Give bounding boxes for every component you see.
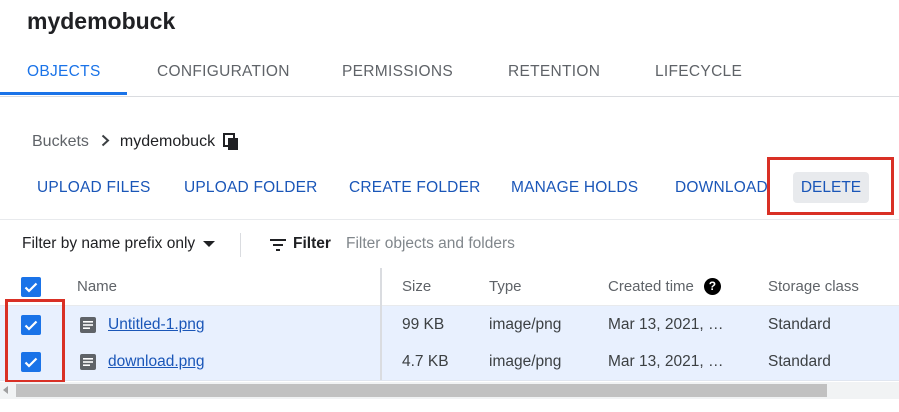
file-type: image/png (489, 353, 562, 370)
chevron-right-icon (101, 134, 110, 151)
column-header-created[interactable]: Created time? (608, 268, 721, 305)
tab-configuration[interactable]: CONFIGURATION (157, 52, 290, 94)
column-header-created-label: Created time (608, 278, 694, 295)
create-folder-button[interactable]: CREATE FOLDER (349, 172, 481, 204)
manage-holds-button[interactable]: MANAGE HOLDS (511, 172, 638, 204)
file-storage-class: Standard (768, 316, 831, 333)
table-header: Name Size Type Created time? Storage cla… (0, 268, 899, 306)
file-name-link[interactable]: Untitled-1.png (108, 316, 205, 333)
column-header-name[interactable]: Name (77, 268, 117, 305)
tab-bar: OBJECTS CONFIGURATION PERMISSIONS RETENT… (0, 52, 899, 97)
filter-icon (270, 238, 286, 256)
select-all-checkbox[interactable] (21, 277, 41, 297)
prefix-filter-label: Filter by name prefix only (22, 235, 196, 252)
dropdown-arrow-icon (203, 241, 216, 247)
tab-lifecycle[interactable]: LIFECYCLE (655, 52, 742, 94)
scrollbar-thumb[interactable] (16, 384, 827, 397)
file-created-time: Mar 13, 2021, … (608, 316, 724, 333)
table-row[interactable]: Untitled-1.png 99 KB image/png Mar 13, 2… (0, 306, 899, 344)
upload-folder-button[interactable]: UPLOAD FOLDER (184, 172, 318, 204)
file-icon (79, 316, 97, 334)
download-button[interactable]: DOWNLOAD (675, 172, 768, 204)
file-name-link[interactable]: download.png (108, 353, 205, 370)
divider (240, 233, 241, 257)
filter-input[interactable] (346, 232, 886, 256)
file-icon (79, 353, 97, 371)
breadcrumb-buckets-link[interactable]: Buckets (32, 133, 89, 151)
column-header-type[interactable]: Type (489, 268, 522, 305)
file-size: 99 KB (402, 316, 445, 333)
file-type: image/png (489, 316, 562, 333)
column-resize-handle[interactable] (380, 268, 382, 380)
filter-label: Filter (293, 235, 331, 252)
delete-highlight-box (767, 157, 894, 215)
copy-icon[interactable] (223, 133, 239, 151)
prefix-filter-select[interactable]: Filter by name prefix only (22, 235, 216, 253)
checkbox-highlight-box (5, 299, 65, 383)
upload-files-button[interactable]: UPLOAD FILES (37, 172, 151, 204)
breadcrumb: Buckets mydemobuck (32, 130, 239, 154)
tab-retention[interactable]: RETENTION (508, 52, 600, 94)
file-size: 4.7 KB (402, 353, 449, 370)
active-tab-indicator (0, 92, 127, 95)
page-title: mydemobuck (27, 8, 176, 34)
file-storage-class: Standard (768, 353, 831, 370)
filter-bar: Filter by name prefix only Filter (0, 219, 899, 269)
table-row[interactable]: download.png 4.7 KB image/png Mar 13, 20… (0, 343, 899, 381)
tab-permissions[interactable]: PERMISSIONS (342, 52, 453, 94)
file-created-time: Mar 13, 2021, … (608, 353, 724, 370)
scroll-left-arrow-icon[interactable] (3, 386, 8, 394)
horizontal-scrollbar[interactable] (0, 382, 899, 399)
breadcrumb-current: mydemobuck (119, 133, 216, 150)
tab-objects[interactable]: OBJECTS (27, 52, 101, 94)
column-header-storage-class[interactable]: Storage class (768, 268, 859, 305)
column-header-size[interactable]: Size (402, 268, 431, 305)
help-icon[interactable]: ? (703, 277, 721, 295)
